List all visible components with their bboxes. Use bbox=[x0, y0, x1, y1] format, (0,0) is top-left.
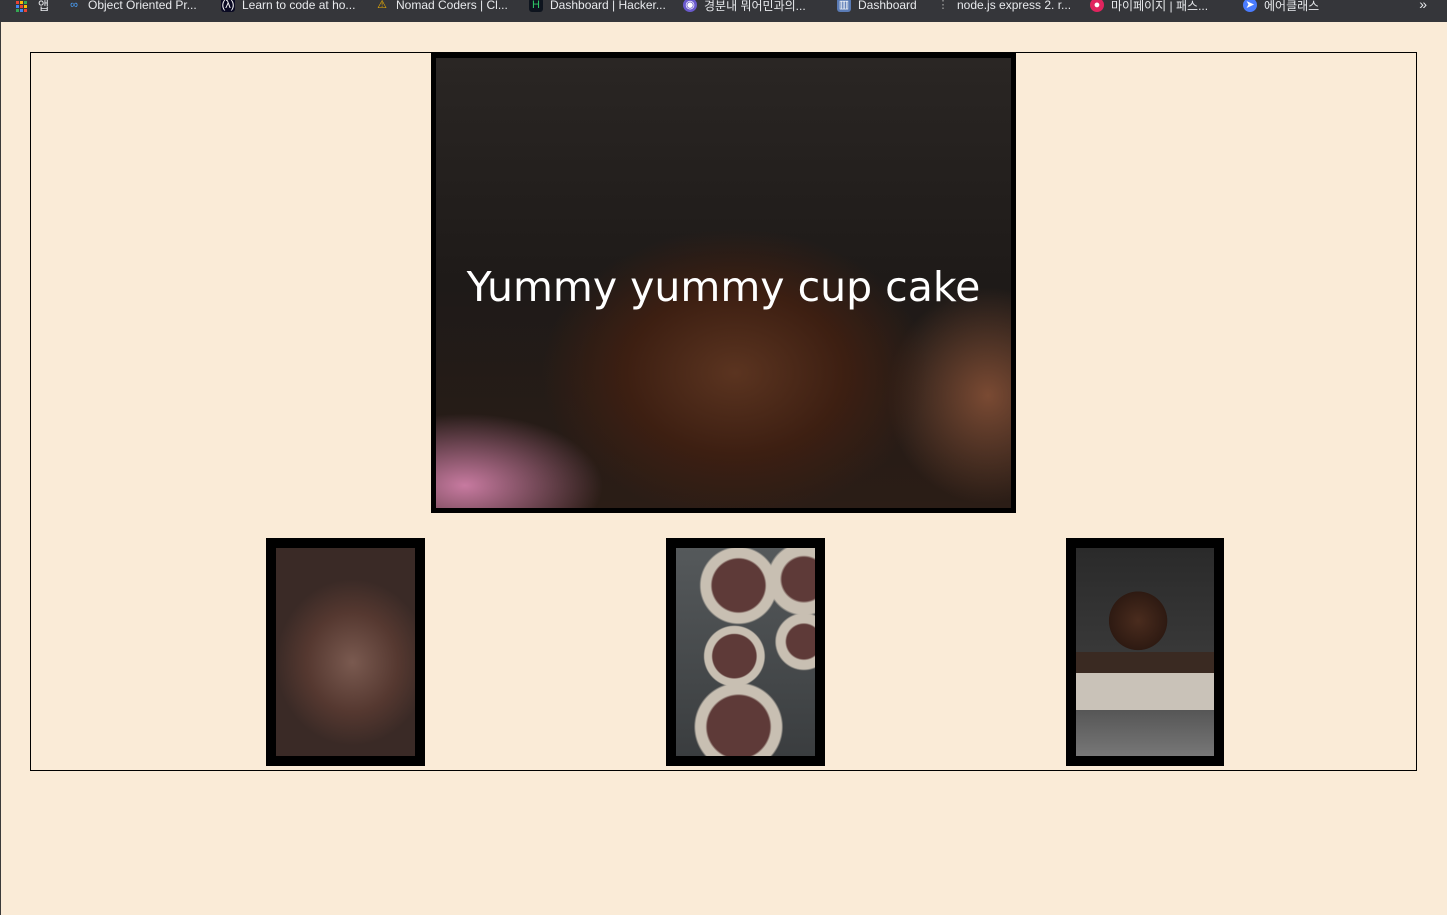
bookmark-hackerrank[interactable]: H Dashboard | Hacker... bbox=[529, 0, 666, 13]
apps-bookmark[interactable]: 앱 bbox=[38, 0, 49, 13]
bookmark-label: Dashboard bbox=[858, 0, 917, 12]
bookmark-label: Nomad Coders | Cl... bbox=[396, 0, 508, 12]
hero-image: Yummy yummy cup cake bbox=[431, 53, 1016, 513]
more-bookmarks-button[interactable]: » bbox=[1419, 0, 1427, 12]
bookmark-label: 경분내 뭐어민과의... bbox=[704, 0, 806, 13]
bookmark-icon: ◉ bbox=[683, 0, 697, 12]
dashboard-icon: ▥ bbox=[837, 0, 851, 12]
thumbnail-batter-bowl bbox=[266, 538, 425, 766]
gallery-container: Yummy yummy cup cake bbox=[30, 52, 1417, 771]
bookmark-label: Dashboard | Hacker... bbox=[550, 0, 666, 12]
window-edge bbox=[0, 22, 1, 915]
bookmark-nodejs-express[interactable]: ⋮ node.js express 2. r... bbox=[936, 0, 1072, 13]
bookmark-korean-site[interactable]: ◉ 경분내 뭐어민과의... bbox=[683, 0, 806, 13]
bookmark-object-oriented[interactable]: ∞ Object Oriented Pr... bbox=[67, 0, 197, 13]
bookmarks-bar: 앱 ∞ Object Oriented Pr... (λ) Learn to c… bbox=[0, 0, 1447, 22]
thumbnail-cupcake bbox=[1066, 538, 1224, 766]
bookmark-label: 에어클래스 bbox=[1264, 0, 1320, 13]
bookmark-nomad-coders[interactable]: ⚠ Nomad Coders | Cl... bbox=[375, 0, 508, 13]
apps-label: 앱 bbox=[38, 0, 50, 13]
bookmark-label: Learn to code at ho... bbox=[242, 0, 356, 12]
bookmark-label: node.js express 2. r... bbox=[957, 0, 1072, 12]
red-logo-icon: ● bbox=[1090, 0, 1104, 12]
thumbnail-cupcake-tin bbox=[666, 538, 825, 766]
warning-triangle-icon: ⚠ bbox=[377, 0, 387, 11]
hackerrank-icon: H bbox=[529, 0, 543, 12]
dots-icon: ⋮ bbox=[937, 0, 949, 11]
bookmark-freecodecamp[interactable]: (λ) Learn to code at ho... bbox=[221, 0, 355, 13]
bookmark-airclass[interactable]: ➤ 에어클래스 bbox=[1243, 0, 1319, 13]
apps-grid-icon[interactable] bbox=[16, 1, 28, 12]
bookmark-label: 마이페이지 | 패스... bbox=[1111, 0, 1209, 13]
bookmark-dashboard[interactable]: ▥ Dashboard bbox=[837, 0, 917, 13]
bookmark-mypage[interactable]: ● 마이페이지 | 패스... bbox=[1090, 0, 1208, 13]
freecodecamp-icon: (λ) bbox=[221, 0, 235, 12]
paper-plane-icon: ➤ bbox=[1243, 0, 1257, 12]
hero-title: Yummy yummy cup cake bbox=[466, 263, 981, 311]
bookmark-label: Object Oriented Pr... bbox=[88, 0, 197, 12]
infinity-icon: ∞ bbox=[70, 0, 78, 11]
